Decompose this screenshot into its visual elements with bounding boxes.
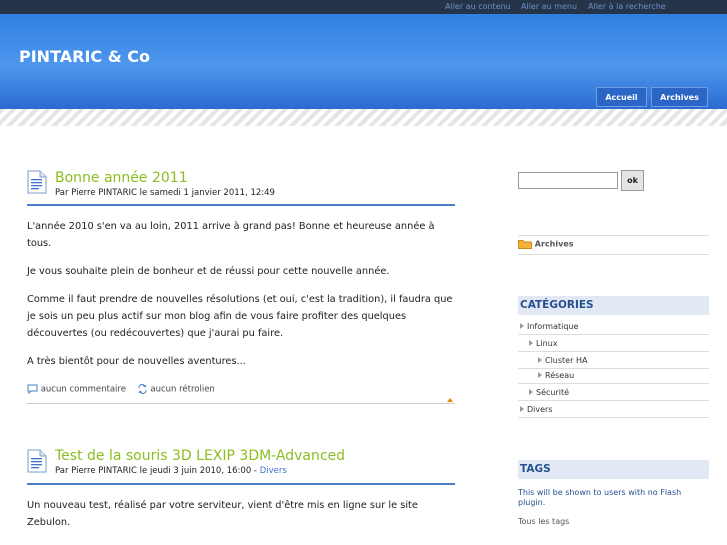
top-bar: Aller au contenu Aller au menu Aller à l… — [0, 0, 727, 14]
triangle-right-icon — [538, 371, 542, 378]
comment-icon — [27, 384, 38, 395]
site-title[interactable]: PINTARIC & Co — [19, 47, 150, 66]
post-title-rule — [27, 204, 455, 206]
trackback-icon — [138, 383, 147, 395]
triangle-right-icon — [520, 405, 524, 412]
triangle-right-icon — [529, 388, 533, 395]
categories-heading: CATÉGORIES — [518, 296, 709, 315]
post-paragraph: A très bientôt pour de nouvelles aventur… — [27, 356, 246, 367]
folder-icon — [518, 240, 532, 249]
post-title-rule — [27, 483, 455, 485]
search-ok-button[interactable]: ok — [621, 170, 644, 191]
category-item[interactable]: Linux — [529, 339, 558, 348]
post-byline: Par Pierre PINTARIC le jeudi 3 juin 2010… — [55, 466, 287, 476]
skip-to-search-link[interactable]: Aller à la recherche — [588, 2, 666, 11]
sidebar-divider — [518, 417, 709, 418]
triangle-right-icon — [529, 339, 533, 346]
category-label: Réseau — [545, 371, 575, 380]
category-label: Cluster HA — [545, 356, 588, 365]
post-paragraph: Je vous souhaite plein de bonheur et de … — [27, 266, 390, 277]
post-meta: aucun commentaire aucun rétrolien — [27, 383, 215, 395]
category-item[interactable]: Informatique — [520, 322, 578, 331]
post-paragraph: Comme il faut prendre de nouvelles résol… — [27, 294, 453, 339]
post-document-icon — [27, 449, 47, 473]
post-title[interactable]: Test de la souris 3D LEXIP 3DM-Advanced — [55, 448, 345, 464]
triangle-right-icon — [538, 356, 542, 363]
comments-link[interactable]: aucun commentaire — [41, 385, 126, 395]
byline-text: Par Pierre PINTARIC le jeudi 3 juin 2010… — [55, 466, 260, 476]
nav-archives-button[interactable]: Archives — [651, 87, 708, 107]
triangle-right-icon — [520, 322, 524, 329]
sidebar-archives-label: Archives — [534, 239, 574, 249]
nav-home-button[interactable]: Accueil — [596, 87, 647, 107]
tags-heading: TAGS — [518, 460, 709, 479]
header-hatch-divider — [0, 109, 727, 126]
search-input[interactable] — [518, 172, 618, 189]
back-to-top-icon[interactable] — [447, 398, 453, 402]
post-byline: Par Pierre PINTARIC le samedi 1 janvier … — [55, 188, 275, 198]
category-label: Divers — [527, 405, 553, 414]
post-paragraph: Un nouveau test, réalisé par votre servi… — [27, 500, 418, 528]
category-item[interactable]: Réseau — [538, 371, 574, 380]
sidebar-divider — [518, 254, 709, 255]
flash-fallback-text: This will be shown to users with no Flas… — [518, 488, 682, 507]
category-item[interactable]: Cluster HA — [538, 356, 587, 365]
all-tags-link[interactable]: Tous les tags — [518, 517, 698, 527]
sidebar-divider — [518, 334, 709, 335]
skip-to-content-link[interactable]: Aller au contenu — [445, 2, 511, 11]
category-item[interactable]: Divers — [520, 405, 553, 414]
sidebar-divider — [518, 368, 709, 369]
trackbacks-link[interactable]: aucun rétrolien — [150, 385, 214, 395]
post-document-icon — [27, 170, 47, 194]
sidebar-divider — [518, 351, 709, 352]
post-category-link[interactable]: Divers — [260, 466, 287, 476]
sidebar-divider — [518, 400, 709, 401]
category-label: Informatique — [527, 322, 579, 331]
category-label: Sécurité — [536, 388, 570, 397]
skip-to-menu-link[interactable]: Aller au menu — [521, 2, 577, 11]
sidebar-archives[interactable]: Archives — [518, 239, 574, 249]
category-label: Linux — [536, 339, 558, 348]
category-item[interactable]: Sécurité — [529, 388, 569, 397]
post-separator — [27, 403, 455, 404]
post-paragraph: L'année 2010 s'en va au loin, 2011 arriv… — [27, 221, 435, 249]
sidebar-divider — [518, 383, 709, 384]
sidebar-divider — [518, 235, 709, 236]
post-title[interactable]: Bonne année 2011 — [55, 170, 188, 186]
